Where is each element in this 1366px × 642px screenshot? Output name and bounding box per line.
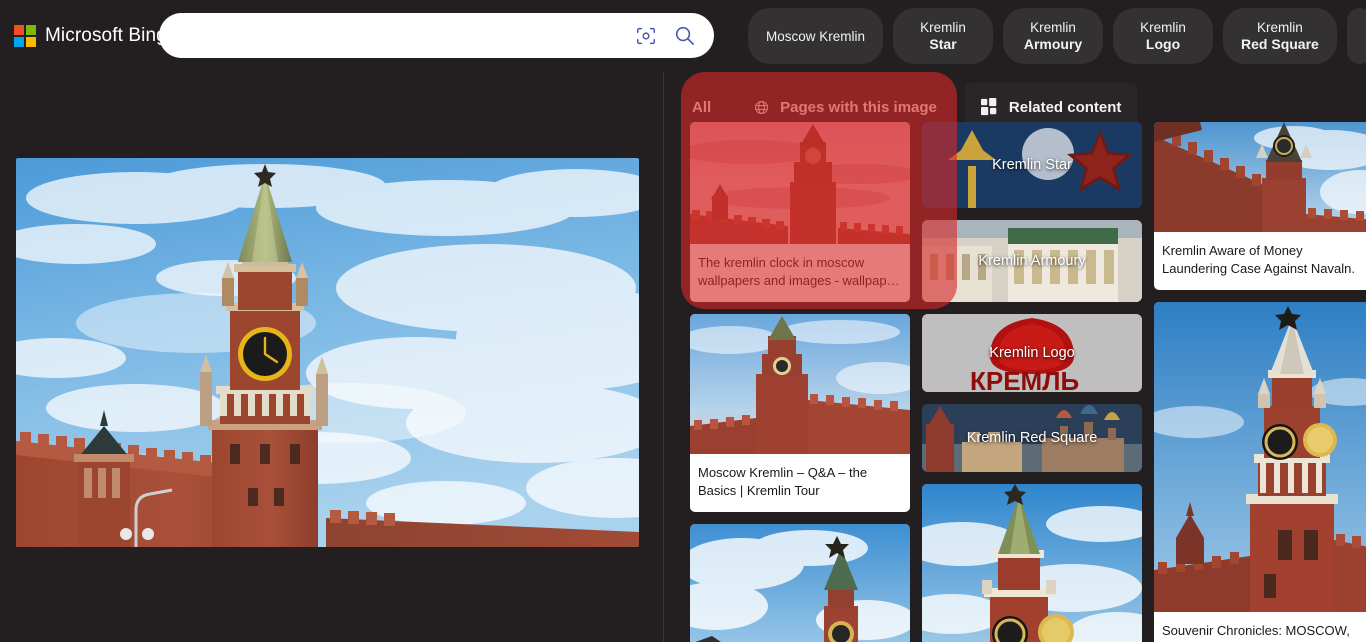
search-input[interactable]: [159, 14, 632, 57]
result-card-navalny-news[interactable]: Kremlin Aware of Money Laundering Case A…: [1154, 122, 1366, 290]
results-column-3: Kremlin Aware of Money Laundering Case A…: [1154, 122, 1366, 642]
chip-label-line2: Star: [929, 36, 957, 52]
chip-2[interactable]: Kremlin Armoury: [1003, 8, 1104, 64]
results-column-2: Kremlin Star Kremlin Armoury КРЕМЛЬ Krem…: [922, 122, 1142, 642]
bing-visual-search-page: Microsoft Bing Moscow Kremlin Kremlin St…: [0, 0, 1366, 642]
tab-pages-label: Pages with this image: [780, 98, 937, 116]
chip-label-line2: Logo: [1145, 36, 1181, 52]
chip-4[interactable]: Kremlin Red Square: [1223, 8, 1337, 64]
chip-0[interactable]: Moscow Kremlin: [748, 8, 884, 64]
chip-overflow-partial[interactable]: [1346, 8, 1366, 64]
related-card-label: Kremlin Logo: [989, 345, 1075, 361]
tab-all-label: All: [692, 98, 712, 116]
camera-visual-search-icon[interactable]: [632, 22, 660, 50]
related-card-label: Kremlin Armoury: [978, 253, 1086, 269]
tab-related-label: Related content: [1008, 98, 1122, 116]
chip-label-line2: Armoury: [1023, 36, 1083, 52]
search-bar[interactable]: [159, 13, 714, 58]
result-card-sunset-kremlin[interactable]: The kremlin clock in moscow wallpapers a…: [690, 122, 910, 302]
main-image-pane: [0, 72, 663, 642]
related-card-kremlin-star[interactable]: Kremlin Star: [922, 122, 1142, 208]
related-card-label: Kremlin Star: [992, 157, 1072, 173]
related-card-kremlin-armoury[interactable]: Kremlin Armoury: [922, 220, 1142, 302]
related-card-kremlin-red-square[interactable]: Kremlin Red Square: [922, 404, 1142, 472]
grid-tiles-icon: [980, 98, 999, 116]
results-pane: All Pages with this image Related conten…: [664, 72, 1366, 642]
result-card-souvenir-chronicles[interactable]: Souvenir Chronicles: MOSCOW, PART 4: THE…: [1154, 302, 1366, 642]
app-header: Microsoft Bing Moscow Kremlin Kremlin St…: [0, 0, 1366, 72]
results-column-1: The kremlin clock in moscow wallpapers a…: [690, 122, 910, 642]
result-card-kremlin-tour[interactable]: Moscow Kremlin – Q&A – the Basics | Krem…: [690, 314, 910, 512]
result-card-tower-sky[interactable]: [690, 524, 910, 642]
result-thumbnail: [1154, 302, 1366, 612]
result-caption: Souvenir Chronicles: MOSCOW, PART 4: THE…: [1162, 623, 1350, 642]
result-card-spasskaya-clock[interactable]: [922, 484, 1142, 642]
related-card-kremlin-logo[interactable]: КРЕМЛЬ Kremlin Logo: [922, 314, 1142, 392]
result-thumbnail: [690, 314, 910, 454]
related-search-chips[interactable]: Moscow Kremlin Kremlin Star Kremlin Armo…: [748, 0, 1366, 72]
result-caption: Moscow Kremlin – Q&A – the Basics | Krem…: [698, 465, 868, 498]
result-thumbnail: [1154, 122, 1366, 232]
chip-label-line1: Kremlin: [1030, 20, 1076, 35]
result-caption: The kremlin clock in moscow wallpapers a…: [698, 255, 900, 288]
chip-label-line1: Kremlin: [1140, 20, 1186, 35]
chip-label-line1: Kremlin: [1257, 20, 1303, 35]
result-thumbnail: [922, 484, 1142, 642]
result-thumbnail: [690, 122, 910, 244]
svg-text:КРЕМЛЬ: КРЕМЛЬ: [970, 366, 1079, 392]
main-image[interactable]: [16, 158, 639, 547]
globe-icon: [753, 99, 770, 116]
chip-label-line2: Red Square: [1241, 36, 1319, 52]
chip-3[interactable]: Kremlin Logo: [1113, 8, 1214, 64]
search-submit-icon[interactable]: [670, 22, 698, 50]
chip-label-line1: Moscow Kremlin: [766, 28, 866, 44]
bing-brand-logo[interactable]: Microsoft Bing: [0, 15, 183, 57]
result-thumbnail: [690, 524, 910, 642]
result-caption: Kremlin Aware of Money Laundering Case A…: [1162, 243, 1355, 276]
chip-1[interactable]: Kremlin Star: [893, 8, 994, 64]
microsoft-logo-icon: [14, 25, 36, 47]
chip-label-line1: Kremlin: [920, 20, 966, 35]
related-card-label: Kremlin Red Square: [966, 430, 1098, 446]
results-masonry: The kremlin clock in moscow wallpapers a…: [690, 122, 1366, 642]
brand-name-label: Microsoft Bing: [45, 25, 167, 46]
